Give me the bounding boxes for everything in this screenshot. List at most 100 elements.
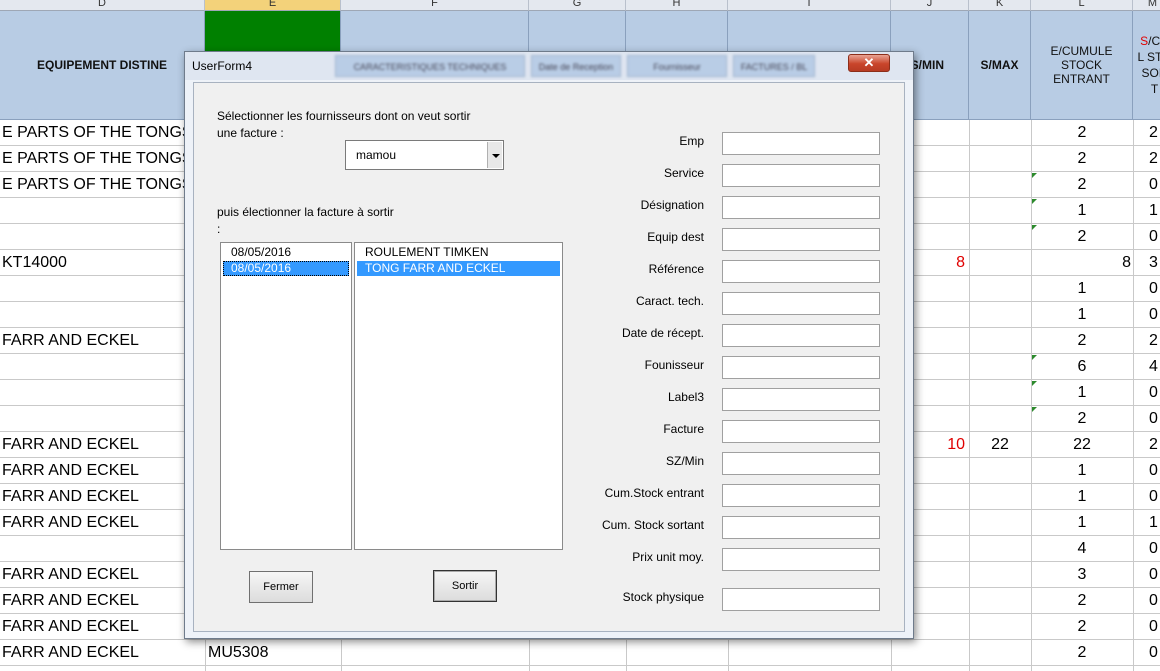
- field-textbox[interactable]: [722, 548, 880, 571]
- cell-d[interactable]: E PARTS OF THE TONGS: [2, 120, 202, 145]
- cell-d[interactable]: [2, 276, 202, 301]
- cell-m[interactable]: 0: [1149, 302, 1160, 327]
- cell-m[interactable]: 0: [1149, 562, 1160, 587]
- cell-l[interactable]: 1: [1033, 510, 1131, 535]
- header-cumule-entrant[interactable]: E/CUMULE STOCK ENTRANT: [1031, 11, 1133, 120]
- cell-l[interactable]: 2: [1033, 640, 1131, 665]
- cell-m[interactable]: 0: [1149, 640, 1160, 665]
- cell-l[interactable]: 1: [1033, 484, 1131, 509]
- list-item-selected[interactable]: TONG FARR AND ECKEL: [357, 261, 560, 276]
- cell-l[interactable]: 2: [1033, 120, 1131, 145]
- header-equipement[interactable]: EQUIPEMENT DISTINE: [0, 11, 205, 120]
- column-header-k[interactable]: K: [969, 0, 1031, 11]
- supplier-combobox[interactable]: mamou: [345, 140, 504, 170]
- cell-l[interactable]: 2: [1033, 614, 1131, 639]
- cell-k[interactable]: 22: [971, 432, 1029, 457]
- cell-m[interactable]: 0: [1149, 536, 1160, 561]
- cell-l[interactable]: 2: [1033, 172, 1131, 197]
- cell-d[interactable]: [2, 198, 202, 223]
- cell-m[interactable]: 0: [1149, 406, 1160, 431]
- field-textbox[interactable]: [722, 356, 880, 379]
- column-header-j[interactable]: J: [891, 0, 969, 11]
- column-header-f[interactable]: F: [341, 0, 529, 11]
- cell-l[interactable]: 2: [1033, 146, 1131, 171]
- cell-m[interactable]: 2: [1149, 146, 1160, 171]
- cell-m[interactable]: 0: [1149, 458, 1160, 483]
- cell-l[interactable]: 4: [1033, 536, 1131, 561]
- column-header-l[interactable]: L: [1031, 0, 1133, 11]
- column-header-i[interactable]: I: [728, 0, 891, 11]
- cell-m[interactable]: 1: [1149, 510, 1160, 535]
- list-item[interactable]: ROULEMENT TIMKEN: [357, 245, 560, 260]
- cell-d[interactable]: [2, 380, 202, 405]
- cell-d[interactable]: [2, 536, 202, 561]
- header-smax[interactable]: S/MAX: [969, 11, 1031, 120]
- cell-m[interactable]: 3: [1149, 250, 1160, 275]
- cell-l[interactable]: 1: [1033, 458, 1131, 483]
- cell-l[interactable]: 22: [1033, 432, 1131, 457]
- close-icon[interactable]: ✕: [848, 54, 890, 72]
- field-textbox[interactable]: [722, 516, 880, 539]
- cell-d[interactable]: [2, 406, 202, 431]
- header-cumule-sortant[interactable]: S/CU L STO SOR T: [1133, 11, 1160, 120]
- cell-m[interactable]: 0: [1149, 276, 1160, 301]
- cell-m[interactable]: 2: [1149, 432, 1160, 457]
- column-header-g[interactable]: G: [529, 0, 626, 11]
- field-textbox[interactable]: [722, 196, 880, 219]
- field-textbox[interactable]: [722, 324, 880, 347]
- cell-d[interactable]: [2, 224, 202, 249]
- cell-d[interactable]: KT14000: [2, 250, 202, 275]
- column-header-h[interactable]: H: [626, 0, 728, 11]
- cell-m[interactable]: 2: [1149, 120, 1160, 145]
- cell-l[interactable]: 2: [1033, 224, 1131, 249]
- field-textbox[interactable]: [722, 388, 880, 411]
- cell-d[interactable]: FARR AND ECKEL: [2, 432, 202, 457]
- field-textbox[interactable]: [722, 588, 880, 611]
- field-textbox[interactable]: [722, 132, 880, 155]
- cell-l[interactable]: 1: [1033, 198, 1131, 223]
- cell-m[interactable]: 0: [1149, 484, 1160, 509]
- cell-d[interactable]: FARR AND ECKEL: [2, 458, 202, 483]
- cell-m[interactable]: 4: [1149, 354, 1160, 379]
- column-header-d[interactable]: D: [0, 0, 205, 11]
- cell-m[interactable]: 0: [1149, 172, 1160, 197]
- cell-l[interactable]: 1: [1033, 276, 1131, 301]
- cell-d[interactable]: FARR AND ECKEL: [2, 484, 202, 509]
- close-button[interactable]: Fermer: [249, 571, 313, 603]
- cell-m[interactable]: 0: [1149, 380, 1160, 405]
- field-textbox[interactable]: [722, 484, 880, 507]
- field-textbox[interactable]: [722, 228, 880, 251]
- output-button[interactable]: Sortir: [433, 570, 497, 602]
- cell-l[interactable]: 1: [1033, 380, 1131, 405]
- cell-d[interactable]: FARR AND ECKEL: [2, 328, 202, 353]
- dialog-titlebar[interactable]: UserForm4 CARACTERISTIQUES TECHNIQUES Da…: [185, 52, 913, 80]
- field-textbox[interactable]: [722, 260, 880, 283]
- field-textbox[interactable]: [722, 420, 880, 443]
- cell-d[interactable]: E PARTS OF THE TONGS: [2, 146, 202, 171]
- cell-d[interactable]: [2, 302, 202, 327]
- cell-m[interactable]: 0: [1149, 614, 1160, 639]
- cell-d[interactable]: FARR AND ECKEL: [2, 588, 202, 613]
- cell-m[interactable]: 1: [1149, 198, 1160, 223]
- date-listbox[interactable]: 08/05/2016 08/05/2016: [220, 242, 352, 550]
- cell-d[interactable]: E PARTS OF THE TONGS: [2, 172, 202, 197]
- invoice-listbox[interactable]: ROULEMENT TIMKEN TONG FARR AND ECKEL: [354, 242, 563, 550]
- list-item[interactable]: 08/05/2016: [223, 245, 349, 260]
- field-textbox[interactable]: [722, 292, 880, 315]
- cell-d[interactable]: FARR AND ECKEL: [2, 640, 202, 665]
- cell-l[interactable]: 3: [1033, 562, 1131, 587]
- cell-d[interactable]: [2, 354, 202, 379]
- list-item-selected[interactable]: 08/05/2016: [223, 261, 349, 276]
- cell-l[interactable]: 8: [1033, 250, 1131, 275]
- cell-e[interactable]: MU5308: [208, 640, 338, 665]
- cell-l[interactable]: 2: [1033, 588, 1131, 613]
- cell-l[interactable]: 1: [1033, 302, 1131, 327]
- column-header-m[interactable]: M: [1133, 0, 1160, 11]
- cell-m[interactable]: 0: [1149, 588, 1160, 613]
- cell-m[interactable]: 0: [1149, 224, 1160, 249]
- cell-m[interactable]: 2: [1149, 328, 1160, 353]
- cell-d[interactable]: FARR AND ECKEL: [2, 510, 202, 535]
- cell-l[interactable]: 2: [1033, 328, 1131, 353]
- cell-l[interactable]: 2: [1033, 406, 1131, 431]
- chevron-down-icon[interactable]: [487, 142, 502, 168]
